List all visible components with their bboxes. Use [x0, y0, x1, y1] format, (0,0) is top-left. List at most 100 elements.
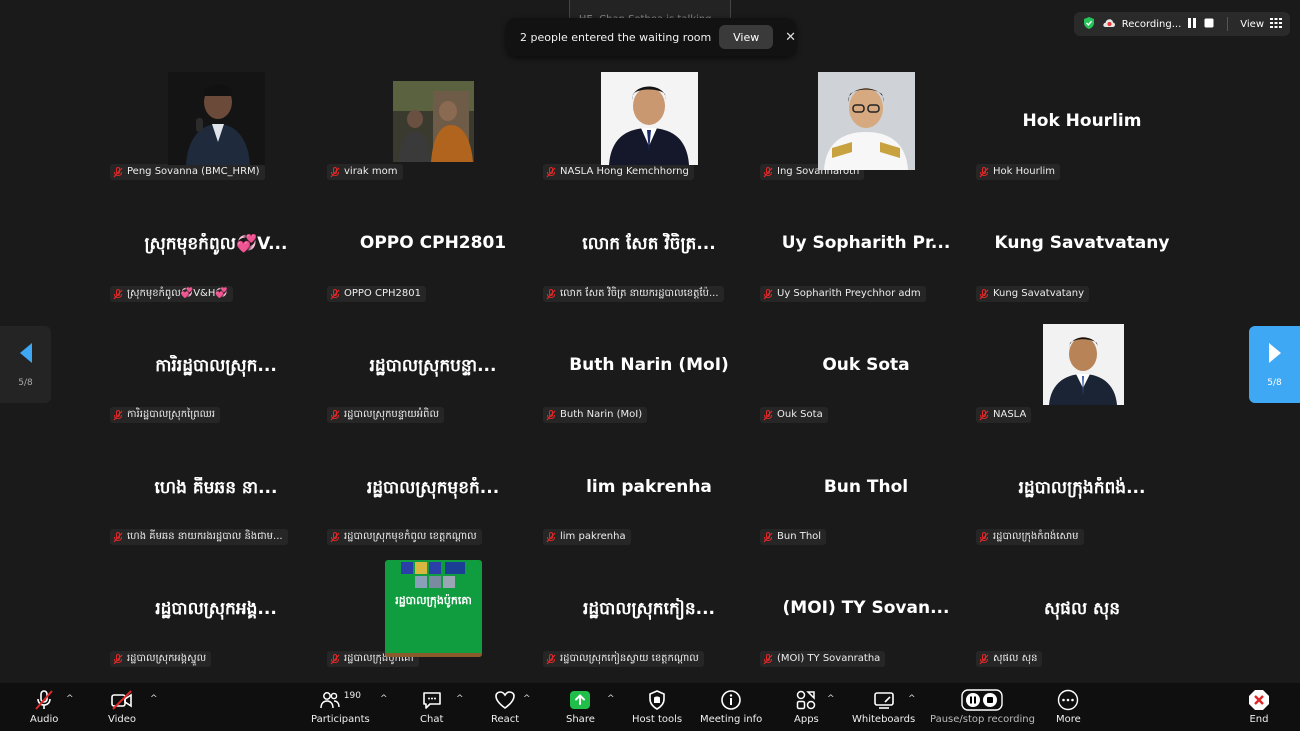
participants-button[interactable]: 190 Participants: [311, 687, 370, 725]
participant-display-name: OPPO CPH2801: [359, 233, 507, 253]
participant-name-label: ស្រុកមុខកំពូល💞V&H💞: [127, 288, 228, 299]
mic-muted-icon: [113, 531, 123, 543]
participant-name-tag[interactable]: lim pakrenha: [543, 529, 631, 545]
mic-muted-icon: [330, 531, 340, 543]
participant-name-label: Buth Narin (MoI): [560, 409, 643, 420]
participant-display-name: Uy Sopharith Pr...: [781, 233, 951, 253]
mic-muted-icon: [113, 653, 123, 665]
share-screen-icon: [569, 687, 591, 713]
mic-muted-icon: [330, 409, 340, 421]
meeting-status-bar: Recording... View: [1073, 12, 1290, 36]
participant-name-tag[interactable]: (MOI) TY Sovanratha: [760, 651, 886, 667]
react-button[interactable]: React: [491, 687, 519, 725]
participants-options-caret[interactable]: ^: [380, 694, 388, 704]
participant-name-tag[interactable]: virak mom: [327, 164, 403, 180]
participant-display-name: ហេង គីមឆន នា...: [154, 478, 278, 498]
participant-name-tag[interactable]: ហេង គីមឆន នាយករងរដ្ឋបាល និងជាម...: [110, 529, 288, 545]
participant-name-tag[interactable]: រដ្ឋបាលស្រុកអង្គស្នួល: [110, 651, 212, 667]
end-meeting-button[interactable]: End: [1248, 687, 1270, 725]
participant-name-tag[interactable]: សុផល សុន: [976, 651, 1043, 667]
participant-display-name: ស្រុកមុខកំពូល💞V...: [144, 234, 288, 254]
page-indicator: 5/8: [1267, 378, 1282, 388]
participant-name-label: Ouk Sota: [777, 409, 823, 420]
mic-muted-icon: [113, 166, 123, 178]
divider: [1227, 17, 1229, 31]
participant-name-tag[interactable]: NASLA: [976, 407, 1032, 423]
chat-icon: [421, 687, 443, 713]
close-icon[interactable]: ✕: [785, 30, 796, 45]
page-indicator: 5/8: [18, 378, 33, 388]
heart-icon: [494, 687, 516, 713]
previous-page-button[interactable]: 5/8: [0, 326, 51, 403]
audio-options-caret[interactable]: ^: [66, 694, 74, 704]
participant-name-label: Kung Savatvatany: [993, 288, 1085, 299]
share-options-caret[interactable]: ^: [607, 694, 615, 704]
participant-avatar: [601, 72, 698, 165]
view-waiting-room-button[interactable]: View: [719, 25, 774, 49]
participant-name-tag[interactable]: Bun Thol: [760, 529, 827, 545]
participant-name-tag[interactable]: NASLA Hong Kemchhorng: [543, 164, 694, 180]
participant-display-name: Bun Thol: [823, 477, 909, 497]
participant-name-label: NASLA Hong Kemchhorng: [560, 166, 689, 177]
participant-name-tag[interactable]: Kung Savatvatany: [976, 286, 1090, 302]
participant-name-tag[interactable]: Peng Sovanna (BMC_HRM): [110, 164, 265, 180]
stop-recording-icon[interactable]: [1203, 17, 1215, 32]
participant-display-name: សុផល សុន: [1043, 599, 1121, 619]
participant-avatar: [1043, 324, 1124, 405]
participant-name-label: រដ្ឋបាលស្រុកអង្គស្នួល: [127, 653, 207, 664]
participant-display-name: Kung Savatvatany: [994, 233, 1170, 253]
share-button[interactable]: Share: [566, 687, 595, 725]
participant-display-name: lim pakrenha: [586, 477, 712, 497]
participant-name-label: Bun Thol: [777, 531, 822, 542]
participant-name-label: រដ្ឋបាលស្រុកកៀនស្វាយ ខេត្តកណ្ដាល: [560, 653, 699, 664]
react-options-caret[interactable]: ^: [523, 694, 531, 704]
mic-muted-icon: [33, 687, 55, 713]
participant-name-label: Uy Sopharith Preychhor adm: [777, 288, 921, 299]
mic-muted-icon: [546, 166, 556, 178]
participant-name-tag[interactable]: Buth Narin (MoI): [543, 407, 648, 423]
participant-name-tag[interactable]: ស្រុកមុខកំពូល💞V&H💞: [110, 286, 233, 302]
participant-name-label: រដ្ឋបាលស្រុកមុខកំពូល ខេត្តកណ្ដាល: [344, 531, 477, 542]
chat-button[interactable]: Chat: [420, 687, 443, 725]
participant-name-tag[interactable]: ការិរដ្ឋបាលស្រុកព្រៃឈរ: [110, 407, 220, 423]
info-icon: [720, 687, 742, 713]
more-button[interactable]: More: [1056, 687, 1081, 725]
whiteboards-options-caret[interactable]: ^: [908, 694, 916, 704]
participant-name-label: ហេង គីមឆន នាយករងរដ្ឋបាល និងជាម...: [127, 531, 283, 542]
participant-name-tag[interactable]: លោក សែត វិចិត្រ នាយករដ្ឋបាលខេត្តប៉ែ...: [543, 286, 724, 302]
chat-options-caret[interactable]: ^: [456, 694, 464, 704]
participant-name-tag[interactable]: Hok Hourlim: [976, 164, 1060, 180]
whiteboards-button[interactable]: Whiteboards: [852, 687, 915, 725]
participant-name-tag[interactable]: រដ្ឋបាលស្រុកមុខកំពូល ខេត្តកណ្ដាល: [327, 529, 482, 545]
pause-recording-icon[interactable]: [1187, 17, 1197, 32]
meeting-info-button[interactable]: Meeting info: [700, 687, 762, 725]
mic-muted-icon: [546, 409, 556, 421]
participant-name-tag[interactable]: Ouk Sota: [760, 407, 828, 423]
mic-muted-icon: [763, 409, 773, 421]
participant-name-tag[interactable]: រដ្ឋបាលស្រុកកៀនស្វាយ ខេត្តកណ្ដាល: [543, 651, 704, 667]
video-button[interactable]: Video: [108, 687, 136, 725]
next-page-button[interactable]: 5/8: [1249, 326, 1300, 403]
pause-stop-recording-button[interactable]: Pause/stop recording: [930, 687, 1035, 725]
apps-button[interactable]: Apps: [794, 687, 819, 725]
participant-name-tag[interactable]: រដ្ឋបាលស្រុកបន្ទាយអំពិល: [327, 407, 445, 423]
whiteboard-icon: [873, 687, 895, 713]
grid-view-icon[interactable]: [1270, 17, 1282, 31]
pause-stop-icon: [961, 687, 1004, 713]
host-tools-button[interactable]: Host tools: [632, 687, 682, 725]
mic-muted-icon: [546, 531, 556, 543]
meeting-toolbar: Audio ^ Video ^ 190 Participants ^ Chat …: [0, 683, 1300, 731]
participant-name-tag[interactable]: Uy Sopharith Preychhor adm: [760, 286, 926, 302]
participant-display-name: រដ្ឋបាលក្រុងកំពង់...: [1018, 478, 1146, 498]
mic-muted-icon: [330, 288, 340, 300]
chevron-right-icon: [1266, 341, 1284, 368]
view-menu-label[interactable]: View: [1240, 19, 1264, 30]
video-options-caret[interactable]: ^: [150, 694, 158, 704]
more-icon: [1057, 687, 1079, 713]
audio-button[interactable]: Audio: [30, 687, 58, 725]
participant-display-name: Ouk Sota: [822, 355, 910, 375]
participant-name-tag[interactable]: OPPO CPH2801: [327, 286, 426, 302]
apps-options-caret[interactable]: ^: [827, 694, 835, 704]
video-off-icon: [110, 687, 134, 713]
participant-name-tag[interactable]: រដ្ឋបាលក្រុងកំពង់សោម: [976, 529, 1084, 545]
